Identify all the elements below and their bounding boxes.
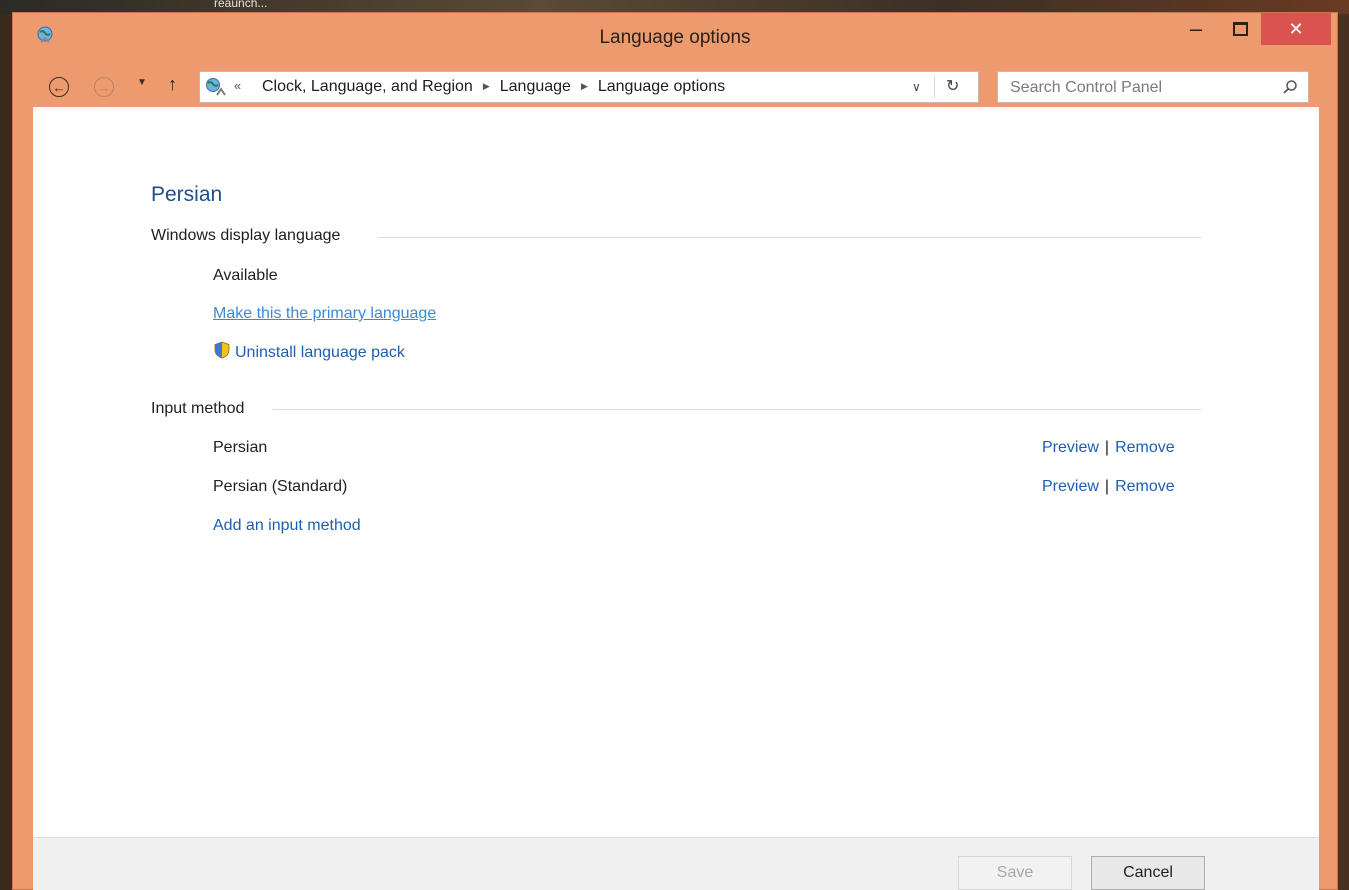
language-options-window: Language options – ✕ ← → ▼ ↑ « Clock, La… [12,12,1338,890]
breadcrumb-separator-icon[interactable]: ▶ [581,81,588,92]
language-title: Persian [151,183,223,206]
section-divider [273,409,1201,410]
uninstall-language-pack-link[interactable]: Uninstall language pack [235,344,405,362]
breadcrumb-separator-icon[interactable]: ▶ [483,81,490,92]
forward-button[interactable]: → [94,77,114,97]
display-language-heading: Windows display language [151,227,341,244]
address-dropdown-icon[interactable]: ∨ [912,80,921,94]
action-separator: | [1104,439,1110,456]
uac-shield-icon [214,341,230,359]
breadcrumb-clock-language-region[interactable]: Clock, Language, and Region [262,78,473,95]
search-input[interactable] [1008,72,1272,104]
forward-arrow-icon: → [97,79,111,95]
dialog-footer: Save Cancel [33,837,1319,890]
close-icon: ✕ [1288,18,1304,39]
minimize-button[interactable]: – [1173,13,1219,45]
maximize-button[interactable] [1219,13,1261,45]
search-icon[interactable] [1282,79,1298,95]
remove-link[interactable]: Remove [1115,439,1175,456]
search-box[interactable] [997,71,1309,104]
up-arrow-icon: ↑ [168,74,177,94]
control-panel-icon [206,78,226,96]
refresh-icon[interactable]: ↻ [946,76,959,96]
title-bar[interactable]: Language options – ✕ [13,13,1337,63]
close-button[interactable]: ✕ [1261,13,1331,45]
breadcrumb: Clock, Language, and Region ▶ Language ▶ Lan… [262,78,725,96]
make-primary-language-link[interactable]: Make this the primary language [213,305,436,323]
remove-link[interactable]: Remove [1115,478,1175,495]
display-language-status: Available [213,267,278,284]
back-button[interactable]: ← [49,77,69,97]
input-method-actions: Preview | Remove [1042,439,1175,457]
breadcrumb-language[interactable]: Language [500,78,571,95]
address-divider [934,76,935,98]
maximize-icon [1232,22,1248,36]
cancel-button[interactable]: Cancel [1091,856,1205,890]
preview-link[interactable]: Preview [1042,478,1099,495]
preview-link[interactable]: Preview [1042,439,1099,456]
minimize-icon: – [1189,16,1203,41]
input-method-persian: Persian [213,439,268,456]
breadcrumb-language-options[interactable]: Language options [598,78,725,95]
action-separator: | [1104,478,1110,495]
up-button[interactable]: ↑ [168,74,177,95]
input-method-persian-standard: Persian (Standard) [213,478,348,495]
desktop-partial-label: reaunch... [214,0,268,10]
section-divider [379,237,1201,238]
input-method-heading: Input method [151,400,245,417]
chevron-down-icon: ▼ [137,77,147,88]
back-arrow-icon: ← [52,79,66,95]
recent-locations-button[interactable]: ▼ [137,77,147,88]
address-bar[interactable]: « Clock, Language, and Region ▶ Language ▶ L… [199,71,979,103]
navigation-bar: ← → ▼ ↑ « Clock, Language, and Region ▶ La… [13,67,1337,107]
save-button[interactable]: Save [958,856,1072,890]
main-content: Persian Windows display language Availab… [33,107,1319,837]
address-overflow-chevron[interactable]: « [234,78,241,93]
window-title: Language options [599,27,751,48]
input-method-actions: Preview | Remove [1042,478,1175,496]
add-input-method-link[interactable]: Add an input method [213,517,361,535]
